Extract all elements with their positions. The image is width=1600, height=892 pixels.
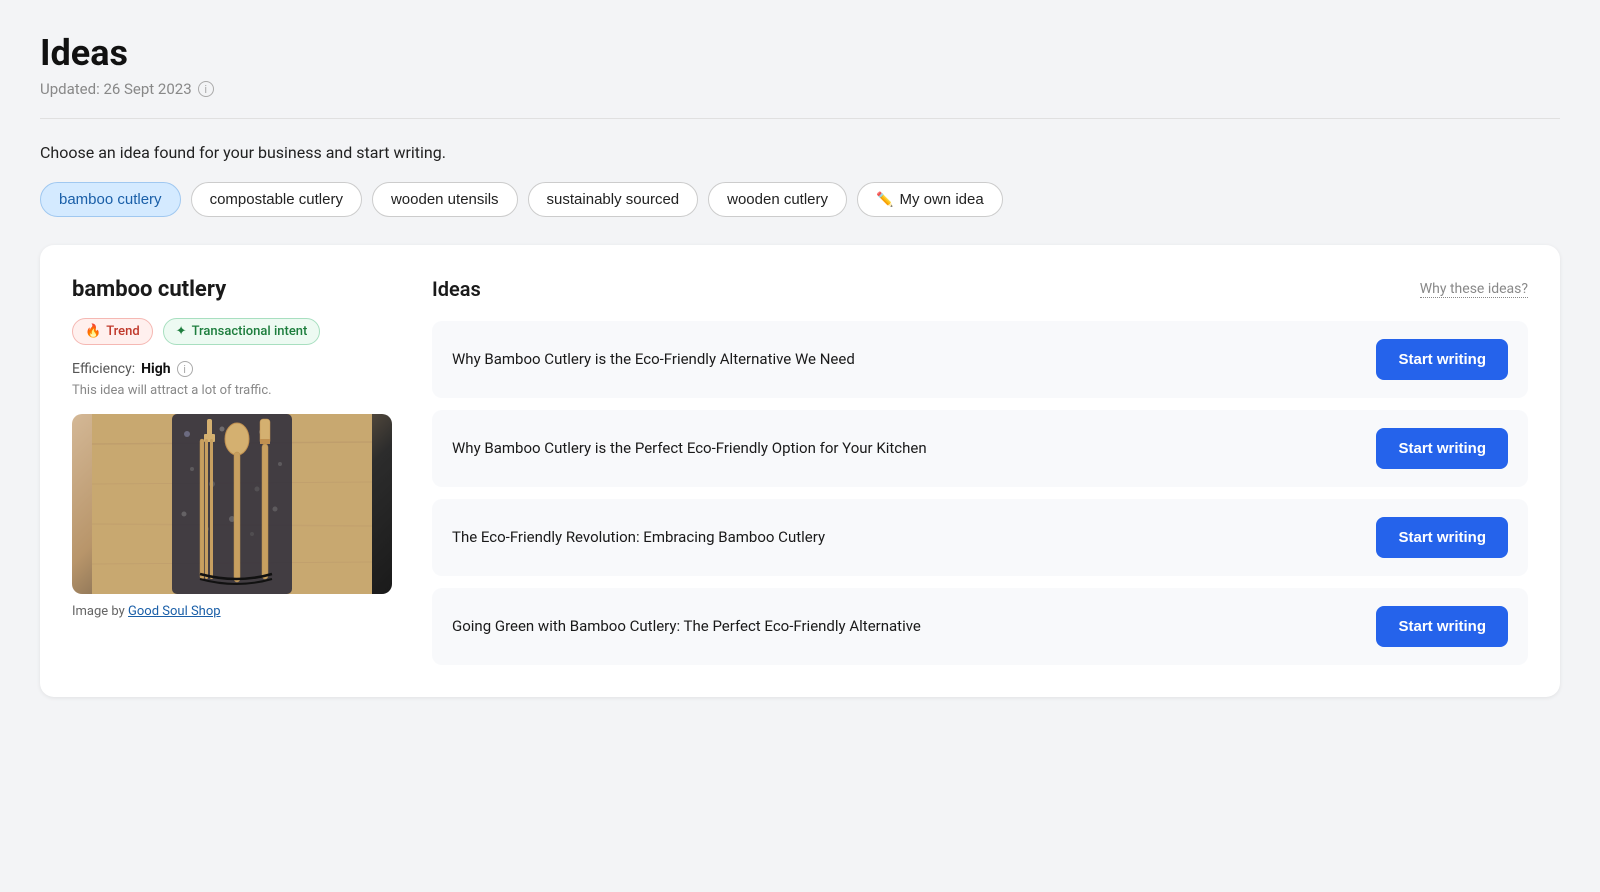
trend-icon: 🔥 [85, 324, 101, 339]
image-credit: Image by Good Soul Shop [72, 604, 392, 619]
idea-list: Why Bamboo Cutlery is the Eco-Friendly A… [432, 321, 1528, 665]
info-icon[interactable]: i [198, 81, 214, 97]
tags-row: bamboo cutlery compostable cutlery wooden … [40, 182, 1560, 217]
image-credit-link[interactable]: Good Soul Shop [128, 604, 221, 619]
page-subtitle: Updated: 26 Sept 2023 i [40, 80, 1560, 98]
idea-item-1: Why Bamboo Cutlery is the Eco-Friendly A… [432, 321, 1528, 398]
start-writing-btn-3[interactable]: Start writing [1376, 517, 1508, 558]
efficiency-row: Efficiency: High i [72, 361, 392, 377]
card-title: bamboo cutlery [72, 277, 392, 302]
intent-icon: ✦ [176, 324, 187, 339]
tag-wooden-utensils[interactable]: wooden utensils [372, 182, 518, 217]
idea-text-1: Why Bamboo Cutlery is the Eco-Friendly A… [452, 348, 1360, 371]
tag-compostable-cutlery[interactable]: compostable cutlery [191, 182, 362, 217]
start-writing-btn-2[interactable]: Start writing [1376, 428, 1508, 469]
tag-sustainably-sourced[interactable]: sustainably sourced [528, 182, 699, 217]
trend-label: Trend [106, 324, 139, 339]
idea-text-3: The Eco-Friendly Revolution: Embracing B… [452, 526, 1360, 549]
why-ideas-link[interactable]: Why these ideas? [1420, 281, 1528, 298]
efficiency-label: Efficiency: [72, 361, 135, 377]
tag-my-own-idea[interactable]: ✏️My own idea [857, 182, 1003, 217]
intent-label: Transactional intent [192, 324, 308, 339]
efficiency-desc: This idea will attract a lot of traffic. [72, 383, 392, 398]
start-writing-btn-1[interactable]: Start writing [1376, 339, 1508, 380]
idea-item-3: The Eco-Friendly Revolution: Embracing B… [432, 499, 1528, 576]
badges-row: 🔥 Trend ✦ Transactional intent [72, 318, 392, 345]
idea-image [72, 414, 392, 594]
efficiency-value: High [141, 361, 170, 377]
main-card: bamboo cutlery 🔥 Trend ✦ Transactional i… [40, 245, 1560, 697]
tag-wooden-cutlery[interactable]: wooden cutlery [708, 182, 847, 217]
trend-badge: 🔥 Trend [72, 318, 153, 345]
start-writing-btn-4[interactable]: Start writing [1376, 606, 1508, 647]
idea-item-4: Going Green with Bamboo Cutlery: The Per… [432, 588, 1528, 665]
instruction: Choose an idea found for your business a… [40, 143, 1560, 162]
right-panel: Ideas Why these ideas? Why Bamboo Cutler… [432, 277, 1528, 665]
tag-bamboo-cutlery[interactable]: bamboo cutlery [40, 182, 181, 217]
idea-text-2: Why Bamboo Cutlery is the Perfect Eco-Fr… [452, 437, 1360, 460]
intent-badge: ✦ Transactional intent [163, 318, 321, 345]
efficiency-info-icon[interactable]: i [177, 361, 193, 377]
divider [40, 118, 1560, 119]
left-panel: bamboo cutlery 🔥 Trend ✦ Transactional i… [72, 277, 392, 665]
pencil-icon: ✏️ [876, 191, 893, 208]
idea-text-4: Going Green with Bamboo Cutlery: The Per… [452, 615, 1360, 638]
page-title: Ideas [40, 32, 1560, 74]
right-header: Ideas Why these ideas? [432, 277, 1528, 301]
idea-item-2: Why Bamboo Cutlery is the Perfect Eco-Fr… [432, 410, 1528, 487]
right-panel-title: Ideas [432, 277, 481, 301]
